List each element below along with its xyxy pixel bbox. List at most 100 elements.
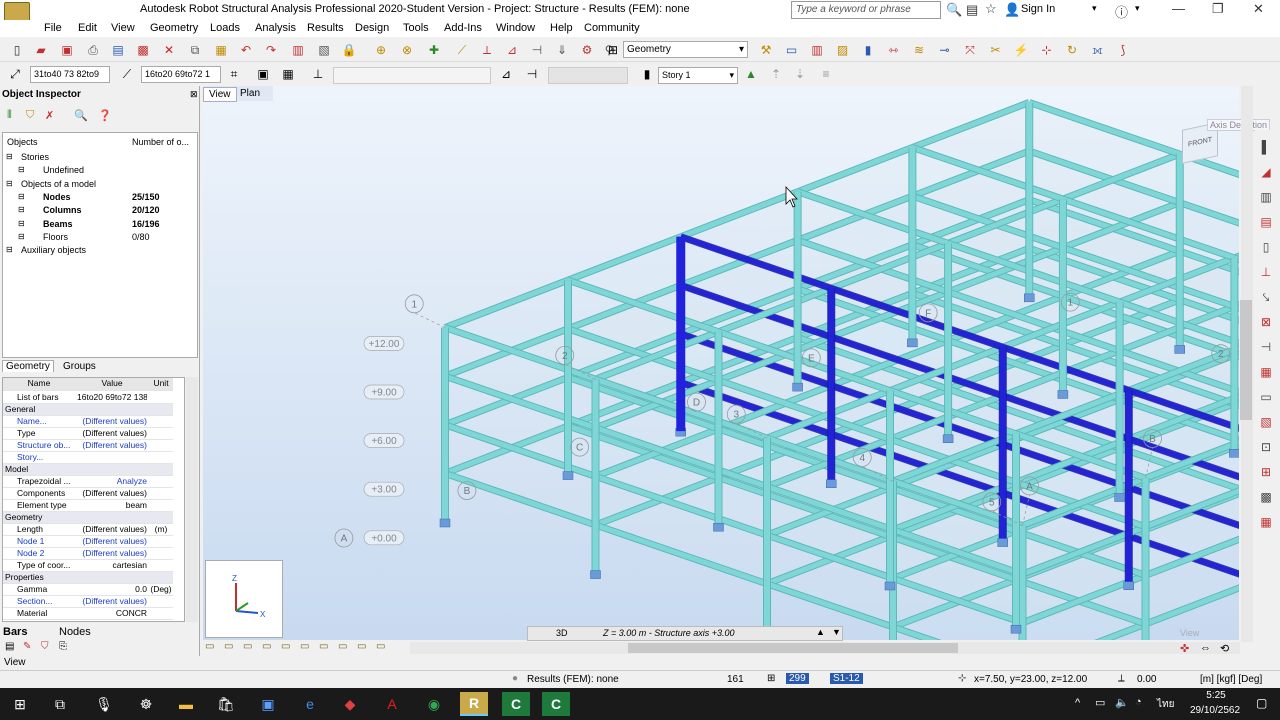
close-icon[interactable]: ✕ bbox=[1253, 1, 1264, 17]
panel-icon[interactable]: ▯ bbox=[1257, 238, 1275, 256]
menu-loads[interactable]: Loads bbox=[210, 22, 240, 34]
property-value[interactable]: (Different values) bbox=[77, 488, 147, 498]
support[interactable] bbox=[792, 382, 803, 392]
solid-icon[interactable]: ▩ bbox=[1257, 488, 1275, 506]
menu-geometry[interactable]: Geometry bbox=[150, 22, 198, 34]
print-icon[interactable]: ⎙ bbox=[84, 41, 102, 59]
property-row[interactable]: Node 2 (Different values) bbox=[3, 548, 173, 560]
story-prev-icon[interactable]: ⇣ bbox=[791, 65, 809, 83]
property-section[interactable]: Properties bbox=[3, 572, 173, 584]
hierarchy-icon[interactable]: ⦀ bbox=[7, 109, 12, 122]
release-icon[interactable]: ⊣ bbox=[1257, 338, 1275, 356]
notifications-icon[interactable]: ▢ bbox=[1256, 696, 1267, 710]
menu-help[interactable]: Help bbox=[550, 22, 573, 34]
mic-icon[interactable]: 🎙 bbox=[90, 692, 118, 716]
slab-icon[interactable]: ▦ bbox=[1257, 363, 1275, 381]
redo-icon[interactable]: ↷ bbox=[262, 41, 280, 59]
chevron-down-icon[interactable]: ▾ bbox=[1135, 3, 1140, 14]
story-next-icon[interactable]: ⇡ bbox=[767, 65, 785, 83]
support[interactable] bbox=[1057, 390, 1069, 399]
tab-geometry[interactable]: Geometry bbox=[2, 360, 54, 372]
support[interactable] bbox=[826, 479, 837, 488]
menu-view[interactable]: View bbox=[111, 22, 135, 34]
mirror-icon[interactable]: ⟗ bbox=[1089, 41, 1107, 59]
materials-icon[interactable]: ▥ bbox=[808, 41, 826, 59]
divide-icon[interactable]: ⚡ bbox=[1012, 41, 1030, 59]
edge-icon[interactable]: e bbox=[296, 692, 324, 716]
tree-expand-icon[interactable]: ⊟ bbox=[18, 205, 25, 214]
filter-icon[interactable]: ⛉ bbox=[26, 109, 34, 122]
property-value[interactable]: (Different values) bbox=[77, 416, 147, 426]
pin-icon[interactable]: ⊠ bbox=[190, 89, 198, 100]
grid-label-2[interactable]: 2 bbox=[562, 351, 568, 362]
windows-start-icon[interactable]: ⊞ bbox=[6, 692, 34, 716]
case-combo[interactable] bbox=[548, 67, 628, 84]
network-icon[interactable]: ▭ bbox=[1095, 696, 1105, 709]
clear-filter-icon[interactable]: ✗ bbox=[45, 109, 54, 122]
horizontal-scrollbar-thumb[interactable] bbox=[628, 643, 958, 653]
material-icon[interactable]: ⊠ bbox=[1257, 313, 1275, 331]
section-icon[interactable]: ⊥ bbox=[1257, 263, 1275, 281]
calc-icon[interactable]: ⚙ bbox=[578, 41, 596, 59]
support-icon[interactable]: ◢ bbox=[1257, 163, 1275, 181]
tray-chevron-icon[interactable]: ^ bbox=[1075, 697, 1080, 709]
filter-icon[interactable]: ⌗ bbox=[225, 65, 243, 83]
level-label-left[interactable]: +3.00 bbox=[371, 485, 397, 496]
sections-icon[interactable]: ▭ bbox=[783, 41, 801, 59]
section-icon[interactable]: ⊿ bbox=[503, 41, 521, 59]
autocad-icon[interactable]: A bbox=[378, 692, 406, 716]
property-row[interactable]: Length (Different values) (m) bbox=[3, 524, 173, 536]
store-icon[interactable]: 🛍 bbox=[212, 692, 240, 716]
chevron-down-icon[interactable]: ▾ bbox=[1092, 3, 1097, 14]
table-icon[interactable]: ▦ bbox=[1257, 513, 1275, 531]
revolve-icon[interactable]: ↻ bbox=[1063, 41, 1081, 59]
layout-icon[interactable]: ▤ bbox=[5, 641, 14, 652]
sections-icon[interactable]: ▭ bbox=[300, 641, 309, 652]
tree-item-floors[interactable]: Floors bbox=[43, 232, 68, 242]
property-value[interactable]: Analyze bbox=[77, 476, 147, 486]
support[interactable] bbox=[942, 434, 954, 443]
grid-label-front-F[interactable]: F bbox=[925, 308, 931, 319]
vertical-scrollbar-thumb[interactable] bbox=[1240, 300, 1252, 420]
layout-icon[interactable]: ⊞ bbox=[604, 41, 622, 59]
tree-item-objects-of-a-model[interactable]: Objects of a model bbox=[21, 179, 96, 189]
empty-combo[interactable] bbox=[333, 67, 491, 84]
load-icon[interactable]: ⇓ bbox=[553, 41, 571, 59]
story-up-icon[interactable]: ▲ bbox=[742, 65, 760, 83]
property-value[interactable]: 16to20 69to72 138t... bbox=[77, 392, 147, 402]
clock-date[interactable]: 29/10/2562 bbox=[1182, 705, 1248, 716]
mesh-icon[interactable]: ⊡ bbox=[1257, 438, 1275, 456]
grid-label-B[interactable]: B bbox=[1149, 434, 1156, 445]
loads-icon[interactable]: ▭ bbox=[281, 641, 290, 652]
grid-label-3[interactable]: 3 bbox=[733, 410, 739, 421]
app-icon-2[interactable]: ▣ bbox=[254, 692, 282, 716]
wifi-icon[interactable]: ◔ bbox=[1135, 696, 1142, 708]
delete-icon[interactable]: ✕ bbox=[160, 41, 178, 59]
app-icon[interactable]: ☸ bbox=[132, 692, 160, 716]
search-icon[interactable]: 🔍 bbox=[74, 109, 88, 122]
property-row[interactable]: List of bars 16to20 69to72 138t... bbox=[3, 392, 173, 404]
task-view-icon[interactable]: ⧉ bbox=[46, 692, 74, 716]
support-icon[interactable]: ⟂ bbox=[478, 41, 496, 59]
property-row[interactable]: Components (Different values) bbox=[3, 488, 173, 500]
units-display[interactable]: [m] [kgf] [Deg] bbox=[1200, 674, 1262, 685]
support[interactable] bbox=[1229, 449, 1239, 458]
grid-icon[interactable]: ⊞ bbox=[1257, 463, 1275, 481]
property-row[interactable]: Type (Different values) bbox=[3, 428, 173, 440]
star-icon[interactable]: ☆ bbox=[985, 1, 997, 17]
support[interactable] bbox=[907, 338, 918, 348]
node-labels-icon[interactable]: ▭ bbox=[338, 641, 347, 652]
menu-addins[interactable]: Add-Ins bbox=[444, 22, 482, 34]
property-value[interactable]: beam bbox=[77, 500, 147, 510]
tree-expand-icon[interactable]: ⊟ bbox=[18, 219, 25, 228]
property-value[interactable]: (Different values) bbox=[77, 440, 147, 450]
sign-in-link[interactable]: Sign In bbox=[1021, 3, 1055, 15]
tree-item-columns[interactable]: Columns bbox=[43, 205, 82, 215]
story-combo[interactable]: Story 1 ▾ bbox=[658, 67, 738, 84]
menu-window[interactable]: Window bbox=[496, 22, 535, 34]
column-icon[interactable]: ▥ bbox=[1257, 188, 1275, 206]
storey-icon[interactable]: ▧ bbox=[1257, 413, 1275, 431]
grid-label-front-D[interactable]: D bbox=[693, 398, 700, 409]
load-icon[interactable]: ⤥ bbox=[1257, 288, 1275, 306]
property-row[interactable]: Material CONCR bbox=[3, 608, 173, 620]
